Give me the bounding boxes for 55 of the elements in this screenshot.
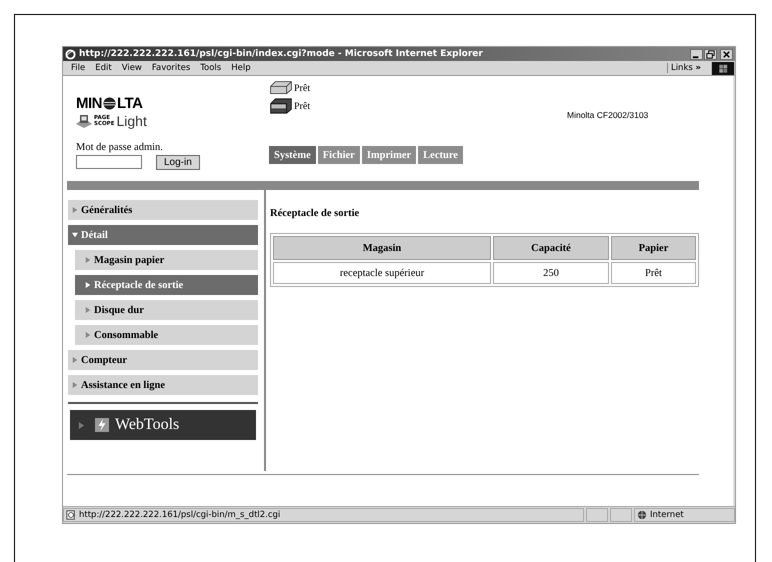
caret-right-icon [85, 282, 91, 288]
caret-down-icon [72, 232, 78, 238]
printer-icon [269, 80, 293, 96]
section-title: Réceptacle de sortie [270, 208, 360, 219]
restore-icon[interactable] [704, 48, 717, 60]
table-cell: receptacle supérieur [273, 262, 491, 284]
webtools-button[interactable]: WebTools [70, 410, 256, 440]
table-cell: Prêt [611, 262, 696, 284]
sidebar-subitem[interactable]: Magasin papier [75, 250, 258, 270]
minimize-icon[interactable] [690, 48, 703, 60]
sidebar-item[interactable]: Compteur [68, 350, 258, 370]
menu-item[interactable]: File [71, 63, 86, 73]
caret-right-icon [85, 332, 91, 338]
brand-text: MIN [76, 95, 102, 112]
caret-right-icon [72, 207, 78, 213]
caret-right-icon [78, 422, 85, 428]
sidebar-item[interactable]: Assistance en ligne [68, 375, 258, 395]
printer-status: Prêt [294, 82, 310, 94]
password-label: Mot de passe admin. [76, 142, 164, 153]
brand-text: LTA [117, 95, 142, 112]
column-header: Capacité [493, 236, 609, 260]
sidebar-subitem[interactable]: Réceptacle de sortie [75, 275, 258, 295]
column-header: Magasin [273, 236, 491, 260]
pagescope-logo-icon [76, 114, 92, 128]
printer-status: Prêt [294, 100, 310, 112]
printer-model: Minolta CF2002/3103 [567, 110, 648, 120]
sidebar-item[interactable]: Généralités [68, 200, 258, 220]
close-icon[interactable] [720, 48, 733, 60]
login-button[interactable]: Log-in [156, 155, 200, 170]
window-title: http://222.222.222.161/psl/cgi-bin/index.cgi?mode - Microsoft Internet Explorer [79, 49, 484, 59]
links-button[interactable]: Links » [666, 63, 701, 73]
menu-item[interactable]: View [122, 63, 142, 73]
sidebar-item[interactable]: Détail [68, 225, 258, 245]
printer-icon [269, 98, 293, 114]
status-zone: Internet [650, 510, 684, 520]
caret-right-icon [72, 382, 78, 388]
status-url: http://222.222.222.161/psl/cgi-bin/m_s_dtl2.cgi [79, 510, 280, 520]
menu-item[interactable]: Help [231, 63, 251, 73]
menu-item[interactable]: Tools [200, 63, 222, 73]
table-cell: 250 [493, 262, 609, 284]
menu-item[interactable]: Favorites [152, 63, 190, 73]
logo-text: Light [116, 113, 147, 129]
caret-right-icon [85, 307, 91, 313]
caret-right-icon [72, 357, 78, 363]
password-field[interactable] [76, 154, 142, 168]
page-icon [66, 510, 76, 520]
nav-tab[interactable]: Système [269, 146, 316, 164]
column-header: Papier [611, 236, 696, 260]
globe-logo-icon [103, 97, 116, 110]
menu-item[interactable]: Edit [95, 63, 112, 73]
sidebar-subitem[interactable]: Disque dur [75, 300, 258, 320]
lightning-logo-icon [95, 418, 109, 432]
globe-icon [637, 510, 647, 520]
caret-right-icon [85, 257, 91, 263]
sidebar-subitem[interactable]: Consommable [75, 325, 258, 345]
